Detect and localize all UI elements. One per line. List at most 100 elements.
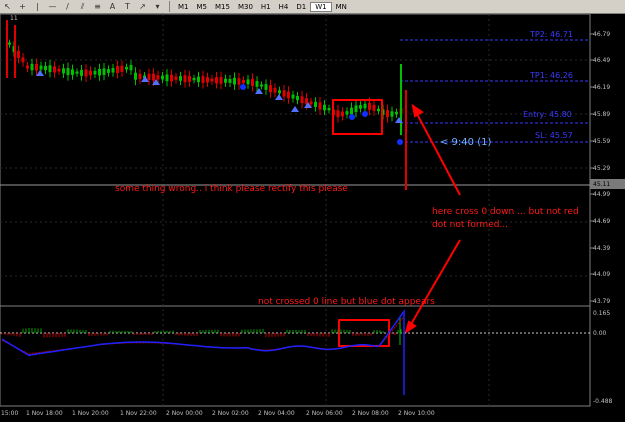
horizontal-line-icon[interactable]: — [47, 2, 58, 12]
candle-body [174, 76, 178, 80]
candle-body [84, 69, 88, 77]
indicator-axis-label: 0.00 [593, 330, 607, 337]
candle-body [165, 74, 169, 82]
candle-body [228, 78, 232, 83]
candle-body [102, 68, 106, 75]
candle-body [39, 65, 43, 70]
indicator-axis-label: 0.165 [593, 310, 611, 317]
candle-body [327, 107, 331, 111]
timeframe-d1[interactable]: D1 [292, 3, 310, 11]
candle-body [345, 111, 349, 115]
candle-body [255, 81, 259, 87]
time-label: 2 Nov 02:00 [212, 410, 249, 417]
candle-body [210, 78, 214, 82]
timeframe-w1[interactable]: W1 [310, 1, 332, 12]
pointer-icon[interactable]: ↖ [2, 2, 13, 12]
price-label: 44.69 [593, 218, 611, 225]
time-label: 2 Nov 04:00 [258, 410, 295, 417]
candle-body [386, 110, 389, 118]
channel-icon[interactable]: ⫽ [77, 2, 88, 12]
candle-body [251, 78, 254, 86]
timeframe-mn[interactable]: MN [332, 3, 351, 11]
text-icon[interactable]: A [107, 2, 118, 12]
candle-body [341, 111, 344, 117]
candle-body [107, 69, 110, 73]
candle-body [377, 108, 380, 112]
candle-body [93, 70, 97, 75]
timeframe-m15[interactable]: M15 [211, 3, 234, 11]
fibonacci-icon[interactable]: ≡ [92, 2, 103, 12]
timeframe-m30[interactable]: M30 [234, 3, 257, 11]
candle-body [156, 75, 160, 80]
price-label: 44.09 [593, 271, 611, 278]
candle-body [291, 94, 295, 99]
candle-body [147, 73, 151, 80]
tp2-label: TP2: 46.71 [530, 30, 573, 39]
main-chart-frame [0, 14, 591, 307]
candle-body [237, 78, 241, 85]
candle-body [363, 103, 367, 109]
candle-body [120, 65, 124, 72]
more-icon[interactable]: ▾ [152, 2, 163, 12]
time-label: 2 Nov 10:00 [398, 410, 435, 417]
timeframe-m1[interactable]: M1 [174, 3, 193, 11]
candle-body [264, 84, 268, 90]
annotation-right-2: dot not formed... [432, 220, 509, 230]
candle-body [134, 72, 137, 80]
indicator-main-line [1, 309, 405, 395]
price-label: 44.39 [593, 245, 611, 252]
label-icon[interactable]: T [122, 2, 133, 12]
chart-top-label: 11 [10, 15, 18, 22]
price-label: 46.19 [593, 84, 611, 91]
candle-body [224, 78, 227, 83]
candle-body [260, 84, 263, 87]
candle-body [282, 90, 286, 97]
candle-body [183, 75, 187, 83]
timeframe-h1[interactable]: H1 [257, 3, 275, 11]
candle-body [318, 102, 322, 110]
candle-body [8, 42, 11, 45]
candle-body [197, 76, 200, 83]
candle-body [170, 74, 173, 82]
vertical-line-icon[interactable]: | [32, 2, 43, 12]
candle-body [206, 77, 209, 83]
indicator-axis-label: -0.488 [593, 398, 613, 405]
timeframe-h4[interactable]: H4 [275, 3, 293, 11]
candle-body [62, 68, 65, 74]
candles [6, 20, 407, 190]
toolbar: ↖ + | — / ⫽ ≡ A T ↗ ▾ M1 M5 M15 M30 H1 H… [0, 0, 625, 14]
candle-body [179, 76, 182, 81]
candle-body [359, 105, 362, 109]
candle-body [30, 63, 34, 71]
entry-label: Entry: 45.80 [523, 110, 572, 119]
price-label: 45.89 [593, 111, 611, 118]
current-price-label: 45.11 [593, 181, 611, 188]
candle-body [138, 73, 142, 80]
indicator-frame [0, 305, 591, 407]
timeframe-m5[interactable]: M5 [193, 3, 212, 11]
candle-body [201, 76, 205, 84]
time-label: 1 Nov 18:00 [26, 410, 63, 417]
candle-body [53, 66, 56, 73]
time-label: 1 Nov 20:00 [72, 410, 109, 417]
candle-body [314, 101, 317, 107]
candle-body [390, 111, 394, 117]
time-label: 2 Nov 08:00 [352, 410, 389, 417]
candle-body [278, 90, 281, 94]
candle-body [296, 96, 299, 101]
candle-body [368, 102, 371, 110]
price-label: 43.79 [593, 298, 611, 305]
arrow-icon[interactable]: ↗ [137, 2, 148, 12]
candle-body [287, 91, 290, 99]
tp1-label: TP1: 46.26 [530, 71, 573, 80]
candle-body [273, 87, 277, 93]
candle-body [26, 65, 29, 69]
candle-body [323, 104, 326, 111]
candle-body [215, 77, 218, 84]
price-label: 46.79 [593, 31, 611, 38]
candle-body [71, 69, 74, 75]
candle-body [80, 69, 83, 76]
candle-body [152, 73, 155, 81]
crosshair-icon[interactable]: + [17, 2, 28, 12]
trendline-icon[interactable]: / [62, 2, 73, 12]
